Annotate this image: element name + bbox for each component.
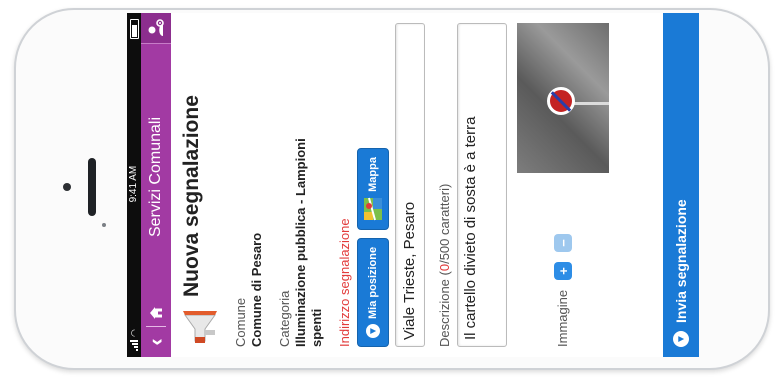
plus-icon: + [555, 267, 571, 275]
indirizzo-field: Indirizzo segnalazione ▼ Mia posizione M… [337, 23, 425, 347]
categoria-field: Categoria Illuminazione pubblica - Lampi… [277, 23, 325, 347]
mia-posizione-button[interactable]: ▼ Mia posizione [357, 237, 389, 347]
add-image-button[interactable]: + [554, 261, 572, 280]
immagine-row: Immagine + − [517, 23, 609, 347]
status-time: 9:41 AM [128, 165, 139, 203]
descrizione-field: Descrizione (0/500 caratteri) Il cartell… [437, 23, 507, 347]
wifi-icon: ◠ [129, 329, 139, 337]
phone-screen: ◠ 9:41 AM ‹ Servizi Comunali Nuova segna… [127, 13, 699, 357]
mia-posizione-label: Mia posizione [367, 246, 379, 319]
minus-icon: − [555, 239, 571, 247]
sensor-dot [102, 223, 106, 227]
descrizione-counter: 0 [437, 263, 452, 272]
megaphone-icon [183, 311, 217, 343]
comune-label: Comune [233, 297, 248, 347]
submit-button[interactable]: ▼ Invia segnalazione [663, 13, 699, 357]
location-buttons: ▼ Mia posizione Mappa [357, 23, 389, 347]
immagine-label: Immagine [555, 289, 570, 347]
comune-field: Comune Comune di Pesaro [233, 23, 265, 347]
signal-icon [130, 340, 138, 351]
battery-icon [129, 19, 139, 39]
back-button[interactable]: ‹ [141, 327, 171, 357]
map-icon [364, 197, 382, 221]
mappa-label: Mappa [367, 157, 379, 192]
mappa-button[interactable]: Mappa [357, 148, 389, 230]
user-settings-button[interactable] [141, 13, 171, 44]
status-bar: ◠ 9:41 AM [127, 13, 141, 357]
stage: ◠ 9:41 AM ‹ Servizi Comunali Nuova segna… [0, 0, 776, 378]
home-icon [150, 307, 162, 319]
title-row: Nuova segnalazione [177, 23, 221, 347]
nav-separator [146, 326, 166, 327]
comune-value: Comune di Pesaro [249, 232, 264, 347]
submit-label: Invia segnalazione [673, 199, 689, 323]
form-content: Nuova segnalazione Comune Comune di Pesa… [171, 13, 615, 357]
categoria-value: Illuminazione pubblica - Lampioni spenti [293, 138, 324, 347]
front-camera [63, 183, 71, 191]
descrizione-label: Descrizione (0/500 caratteri) [437, 183, 452, 347]
chevron-left-icon: ‹ [143, 338, 168, 346]
attached-photo[interactable] [517, 23, 609, 173]
home-button[interactable] [141, 300, 171, 326]
nav-bar: ‹ Servizi Comunali [141, 13, 171, 357]
earpiece-speaker [88, 158, 96, 216]
descrizione-textarea[interactable]: Il cartello divieto di sosta è a terra [457, 23, 507, 347]
chevron-down-icon: ▼ [673, 331, 689, 347]
indirizzo-label: Indirizzo segnalazione [337, 218, 352, 347]
user-settings-icon [148, 19, 164, 36]
nav-title: Servizi Comunali [147, 116, 164, 238]
remove-image-button[interactable]: − [554, 233, 572, 252]
categoria-label: Categoria [277, 290, 292, 347]
chevron-down-icon: ▼ [366, 324, 380, 338]
indirizzo-input[interactable]: Viale Trieste, Pesaro [395, 23, 425, 347]
page-title: Nuova segnalazione [180, 95, 203, 297]
photo-no-parking-sign [547, 87, 575, 115]
